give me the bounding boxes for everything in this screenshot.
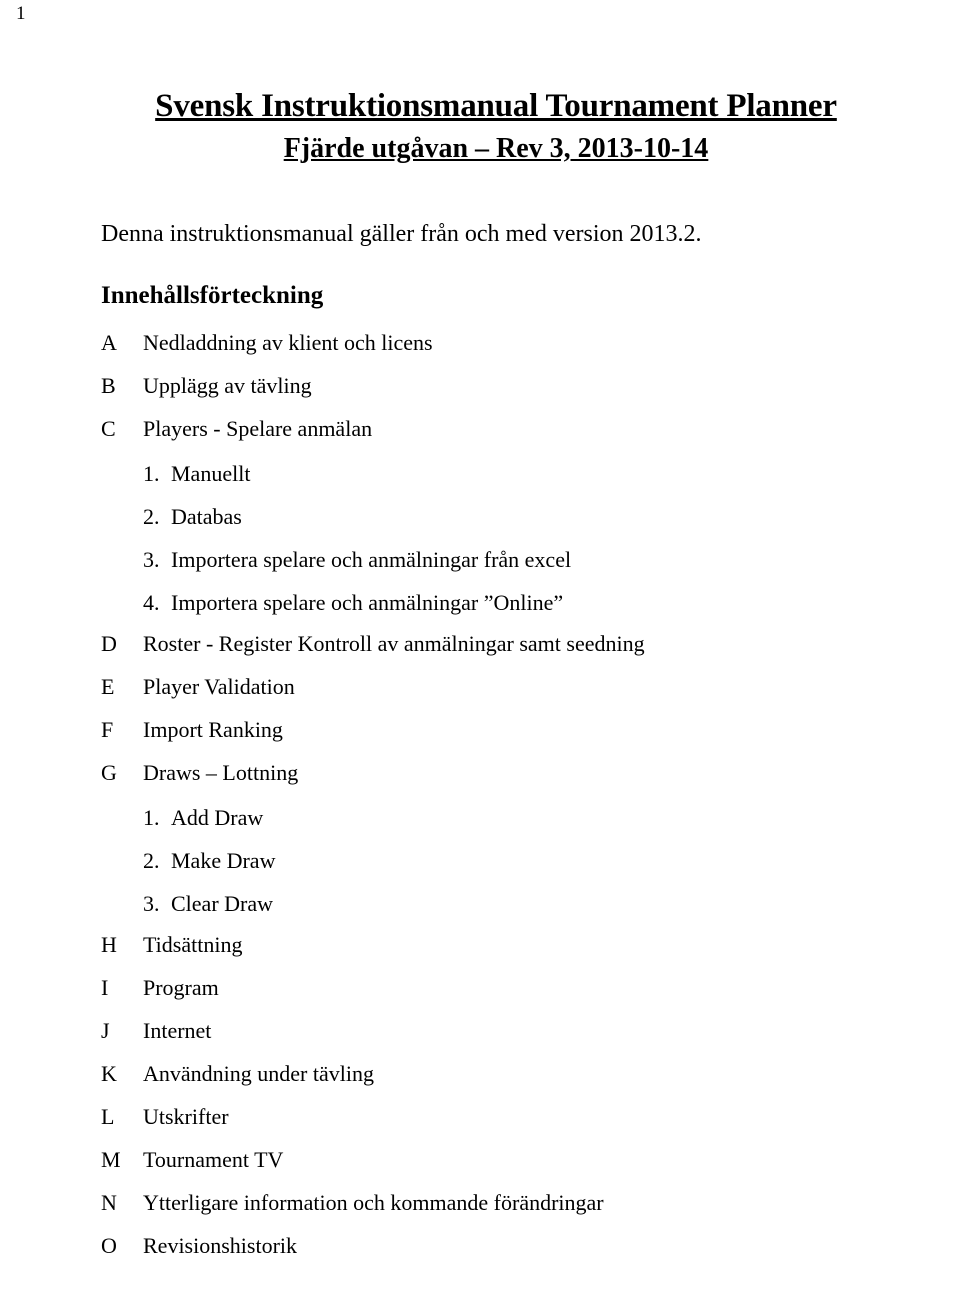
toc-subentry-g3: 3. Clear Draw [101, 891, 891, 934]
toc-entry-m: M Tournament TV [101, 1149, 891, 1192]
toc-entry-i: I Program [101, 977, 891, 1020]
toc-entry-k: K Användning under tävling [101, 1063, 891, 1106]
document-title-block: Svensk Instruktionsmanual Tournament Pla… [101, 86, 891, 168]
toc-entry-a: A Nedladdning av klient och licens [101, 332, 891, 375]
toc-entry-f: F Import Ranking [101, 719, 891, 762]
toc-sub-number: 1. [143, 461, 160, 487]
toc-letter: O [101, 1233, 117, 1259]
toc-label: Player Validation [143, 674, 295, 700]
toc-label: Upplägg av tävling [143, 373, 312, 399]
toc-label: Utskrifter [143, 1104, 229, 1130]
toc-sub-number: 3. [143, 891, 160, 917]
document-page: 1 Svensk Instruktionsmanual Tournament P… [0, 0, 960, 1303]
toc-label: Revisionshistorik [143, 1233, 298, 1259]
toc-label: Importera spelare och anmälningar ”Onlin… [171, 590, 564, 616]
toc-label: Roster - Register Kontroll av anmälninga… [143, 631, 645, 657]
toc-subentry-g2: 2. Make Draw [101, 848, 891, 891]
toc-letter: B [101, 373, 116, 399]
document-content: Svensk Instruktionsmanual Tournament Pla… [101, 86, 891, 1278]
toc-subentry-c3: 3. Importera spelare och anmälningar frå… [101, 547, 891, 590]
toc-letter: N [101, 1190, 117, 1216]
toc-letter: L [101, 1104, 115, 1130]
toc-entry-h: H Tidsättning [101, 934, 891, 977]
toc-sub-number: 2. [143, 848, 160, 874]
toc-entry-d: D Roster - Register Kontroll av anmälnin… [101, 633, 891, 676]
toc-label: Make Draw [171, 848, 276, 874]
toc-label: Ytterligare information och kommande för… [143, 1190, 604, 1216]
table-of-contents: A Nedladdning av klient och licens B Upp… [101, 332, 891, 1278]
toc-subentry-c2: 2. Databas [101, 504, 891, 547]
toc-label: Tidsättning [143, 932, 243, 958]
toc-entry-e: E Player Validation [101, 676, 891, 719]
toc-entry-j: J Internet [101, 1020, 891, 1063]
toc-entry-b: B Upplägg av tävling [101, 375, 891, 418]
toc-label: Användning under tävling [143, 1061, 374, 1087]
toc-subentry-g1: 1. Add Draw [101, 805, 891, 848]
toc-subentry-c1: 1. Manuellt [101, 461, 891, 504]
toc-letter: I [101, 975, 109, 1001]
toc-sub-number: 3. [143, 547, 160, 573]
toc-label: Draws – Lottning [143, 760, 299, 786]
toc-letter: E [101, 674, 115, 700]
toc-entry-n: N Ytterligare information och kommande f… [101, 1192, 891, 1235]
toc-label: Clear Draw [171, 891, 274, 917]
toc-label: Internet [143, 1018, 212, 1044]
toc-letter: D [101, 631, 117, 657]
document-title: Svensk Instruktionsmanual Tournament Pla… [155, 88, 837, 124]
toc-entry-l: L Utskrifter [101, 1106, 891, 1149]
toc-letter: M [101, 1147, 121, 1173]
toc-subentry-c4: 4. Importera spelare och anmälningar ”On… [101, 590, 891, 633]
toc-label: Manuellt [171, 461, 251, 487]
toc-letter: J [101, 1018, 110, 1044]
toc-sub-number: 2. [143, 504, 160, 530]
toc-letter: A [101, 330, 117, 356]
toc-label: Players - Spelare anmälan [143, 416, 373, 442]
toc-label: Databas [171, 504, 242, 530]
toc-letter: K [101, 1061, 117, 1087]
toc-sub-number: 4. [143, 590, 160, 616]
toc-label: Import Ranking [143, 717, 283, 743]
toc-entry-o: O Revisionshistorik [101, 1235, 891, 1278]
toc-letter: G [101, 760, 117, 786]
toc-sub-number: 1. [143, 805, 160, 831]
toc-entry-g: G Draws – Lottning [101, 762, 891, 805]
toc-label: Nedladdning av klient och licens [143, 330, 433, 356]
toc-label: Program [143, 975, 219, 1001]
page-number: 1 [16, 3, 26, 24]
toc-letter: C [101, 416, 116, 442]
toc-letter: H [101, 932, 117, 958]
intro-paragraph: Denna instruktionsmanual gäller från och… [101, 220, 702, 247]
toc-label: Tournament TV [143, 1147, 284, 1173]
toc-entry-c: C Players - Spelare anmälan [101, 418, 891, 461]
toc-label: Add Draw [171, 805, 264, 831]
document-subtitle: Fjärde utgåvan – Rev 3, 2013-10-14 [283, 133, 709, 165]
toc-heading: Innehållsförteckning [101, 282, 324, 310]
toc-label: Importera spelare och anmälningar från e… [171, 547, 572, 573]
toc-letter: F [101, 717, 114, 743]
